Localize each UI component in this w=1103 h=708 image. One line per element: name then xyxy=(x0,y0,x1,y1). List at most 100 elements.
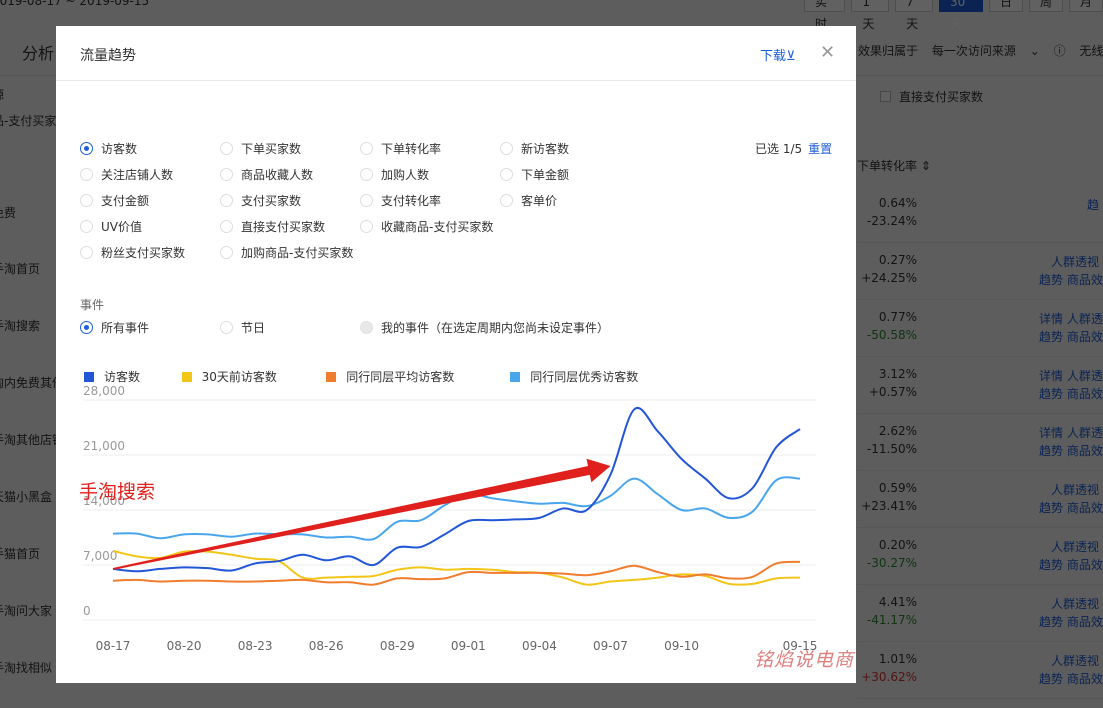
x-tick-label: 08-26 xyxy=(309,639,344,653)
metric-option[interactable]: 支付买家数 xyxy=(220,192,301,209)
metric-label: 商品收藏人数 xyxy=(241,168,314,182)
radio-button[interactable] xyxy=(220,321,233,334)
radio-button[interactable] xyxy=(80,246,93,259)
legend-swatch xyxy=(84,371,94,382)
metric-label: 下单转化率 xyxy=(381,142,442,156)
metric-label: 下单金额 xyxy=(521,168,570,182)
metric-label: UV价值 xyxy=(101,220,142,234)
x-tick-label: 09-10 xyxy=(664,639,699,653)
metric-label: 粉丝支付买家数 xyxy=(101,246,186,260)
radio-button[interactable] xyxy=(360,220,373,233)
selected-count: 已选 1/5 重置 xyxy=(755,140,832,157)
metric-label: 新访客数 xyxy=(521,142,570,156)
legend-swatch xyxy=(181,371,192,382)
legend-label: 同行同层优秀访客数 xyxy=(530,370,639,384)
traffic-trend-modal: 流量趋势 下载⊻ ✕ 访客数 下单买家数 下单转化率 新访客数关注店铺人数 商品收藏人数… xyxy=(56,26,856,683)
radio-button[interactable] xyxy=(220,142,233,155)
x-tick-label: 09-04 xyxy=(522,639,557,653)
radio-button[interactable] xyxy=(500,168,513,181)
radio-button[interactable] xyxy=(80,194,93,207)
legend-item[interactable]: 同行同层平均访客数 xyxy=(326,368,454,385)
reset-button[interactable]: 重置 xyxy=(808,142,832,156)
legend-item[interactable]: 访客数 xyxy=(84,368,140,385)
metric-label: 关注店铺人数 xyxy=(101,168,174,182)
metric-label: 支付买家数 xyxy=(241,194,302,208)
radio-button[interactable] xyxy=(360,142,373,155)
metric-option[interactable]: 下单金额 xyxy=(500,166,569,183)
legend-swatch xyxy=(510,371,521,382)
close-icon[interactable]: ✕ xyxy=(820,42,835,63)
metric-option[interactable]: 访客数 xyxy=(80,140,137,157)
metric-label: 加购人数 xyxy=(381,168,430,182)
annotation-label: 手淘搜索 xyxy=(79,481,156,503)
radio-button[interactable] xyxy=(80,142,93,155)
y-tick-label: 7,000 xyxy=(83,549,117,563)
legend-swatch xyxy=(326,371,337,382)
x-tick-label: 08-20 xyxy=(167,639,202,653)
legend-item[interactable]: 30天前访客数 xyxy=(181,368,277,385)
radio-button[interactable] xyxy=(220,220,233,233)
x-tick-label: 08-29 xyxy=(380,639,415,653)
metric-option[interactable]: 关注店铺人数 xyxy=(80,166,173,183)
legend-label: 30天前访客数 xyxy=(201,370,277,384)
radio-button[interactable] xyxy=(80,220,93,233)
radio-button[interactable] xyxy=(220,194,233,207)
metric-option[interactable]: 新访客数 xyxy=(500,140,569,157)
x-tick-label: 09-01 xyxy=(451,639,486,653)
annotation-arrow xyxy=(112,458,611,570)
metric-label: 直接支付买家数 xyxy=(241,220,326,234)
metric-option[interactable]: 客单价 xyxy=(500,192,557,209)
radio-button xyxy=(360,321,373,334)
metric-option[interactable]: 加购商品-支付买家数 xyxy=(220,244,353,261)
radio-button[interactable] xyxy=(220,246,233,259)
radio-button[interactable] xyxy=(360,194,373,207)
download-label: 下载 xyxy=(760,49,787,64)
metric-option[interactable]: 支付转化率 xyxy=(360,192,441,209)
metric-label: 收藏商品-支付买家数 xyxy=(381,220,494,234)
event-label: 我的事件（在选定周期内您尚未设定事件） xyxy=(381,321,610,335)
metric-option[interactable]: 加购人数 xyxy=(360,166,429,183)
metric-option[interactable]: 收藏商品-支付买家数 xyxy=(360,218,493,235)
metric-label: 加购商品-支付买家数 xyxy=(241,246,354,260)
metric-option[interactable]: 商品收藏人数 xyxy=(220,166,313,183)
radio-button[interactable] xyxy=(500,142,513,155)
events-label: 事件 xyxy=(80,298,105,312)
legend-label: 同行同层平均访客数 xyxy=(346,370,455,384)
y-tick-label: 28,000 xyxy=(83,386,125,398)
metric-option[interactable]: 直接支付买家数 xyxy=(220,218,325,235)
watermark: 铭焰说电商 xyxy=(754,649,855,671)
series-line-3 xyxy=(112,476,801,541)
x-tick-label: 08-23 xyxy=(238,639,273,653)
radio-button[interactable] xyxy=(80,168,93,181)
x-tick-label: 09-07 xyxy=(593,639,628,653)
download-button[interactable]: 下载⊻ xyxy=(760,45,796,64)
traffic-trend-chart: 07,00014,00021,00028,00008-17 08-20 08-23 0… xyxy=(83,386,817,653)
metric-label: 支付转化率 xyxy=(381,194,442,208)
radio-button[interactable] xyxy=(220,168,233,181)
download-icon: ⊻ xyxy=(786,49,796,64)
radio-button[interactable] xyxy=(500,194,513,207)
chart-legend: 访客数 30天前访客数 同行同层平均访客数 同行同层优秀访客数 xyxy=(84,368,658,385)
legend-label: 访客数 xyxy=(104,370,141,384)
metric-option[interactable]: UV价值 xyxy=(80,218,142,235)
x-tick-label: 08-17 xyxy=(96,639,131,653)
modal-header: 流量趋势 下载⊻ ✕ xyxy=(56,26,856,81)
selected-count-text: 已选 1/5 xyxy=(755,142,803,156)
metric-option[interactable]: 粉丝支付买家数 xyxy=(80,244,185,261)
event-option[interactable]: 所有事件 xyxy=(80,319,149,336)
metric-option[interactable]: 支付金额 xyxy=(80,192,149,209)
metric-label: 下单买家数 xyxy=(241,142,302,156)
y-tick-label: 0 xyxy=(83,604,91,618)
legend-item[interactable]: 同行同层优秀访客数 xyxy=(510,368,638,385)
event-label: 节日 xyxy=(241,321,266,335)
radio-button[interactable] xyxy=(80,321,93,334)
radio-button[interactable] xyxy=(360,168,373,181)
event-option[interactable]: 节日 xyxy=(220,319,265,336)
metric-label: 支付金额 xyxy=(101,194,150,208)
metric-option[interactable]: 下单转化率 xyxy=(360,140,441,157)
series-line-1 xyxy=(112,549,801,586)
event-option: 我的事件（在选定周期内您尚未设定事件） xyxy=(360,319,609,336)
metric-label: 访客数 xyxy=(101,142,138,156)
metric-label: 客单价 xyxy=(521,194,558,208)
metric-option[interactable]: 下单买家数 xyxy=(220,140,301,157)
